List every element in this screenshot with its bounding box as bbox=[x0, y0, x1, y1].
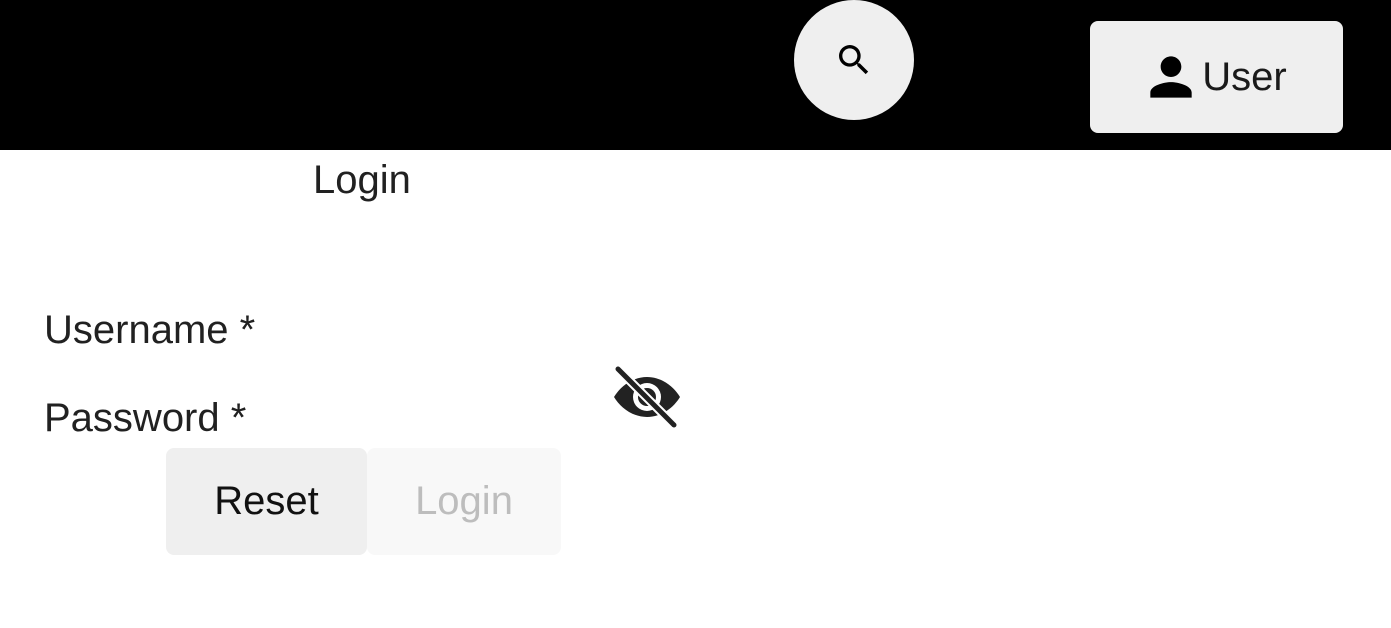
page-title: Login bbox=[313, 158, 411, 202]
search-button[interactable] bbox=[794, 0, 914, 120]
password-field[interactable]: Password * bbox=[44, 395, 246, 441]
username-field[interactable]: Username * bbox=[44, 307, 255, 353]
user-menu-button[interactable]: User bbox=[1090, 21, 1343, 133]
top-app-bar: User bbox=[0, 0, 1391, 150]
password-visibility-toggle[interactable] bbox=[612, 364, 682, 430]
eye-off-icon bbox=[613, 364, 680, 430]
user-menu-label: User bbox=[1202, 55, 1287, 99]
login-button[interactable]: Login bbox=[367, 448, 561, 555]
search-icon bbox=[839, 45, 869, 75]
person-icon bbox=[1150, 56, 1192, 98]
reset-button[interactable]: Reset bbox=[166, 448, 367, 555]
